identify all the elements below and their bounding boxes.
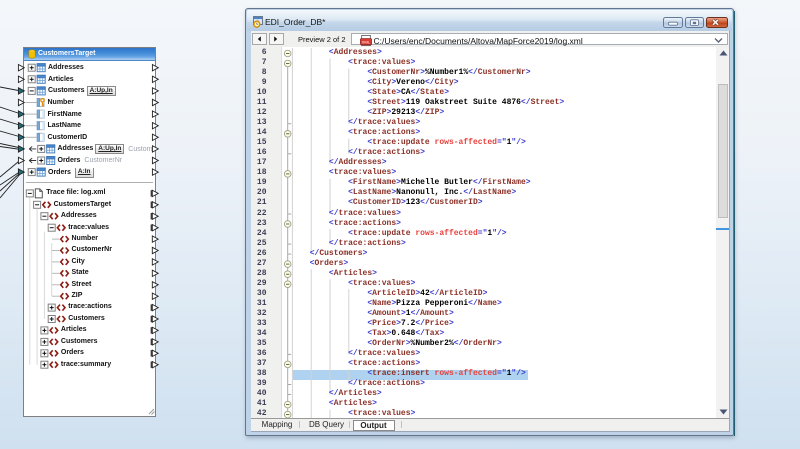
- svg-text:XML: XML: [362, 39, 371, 44]
